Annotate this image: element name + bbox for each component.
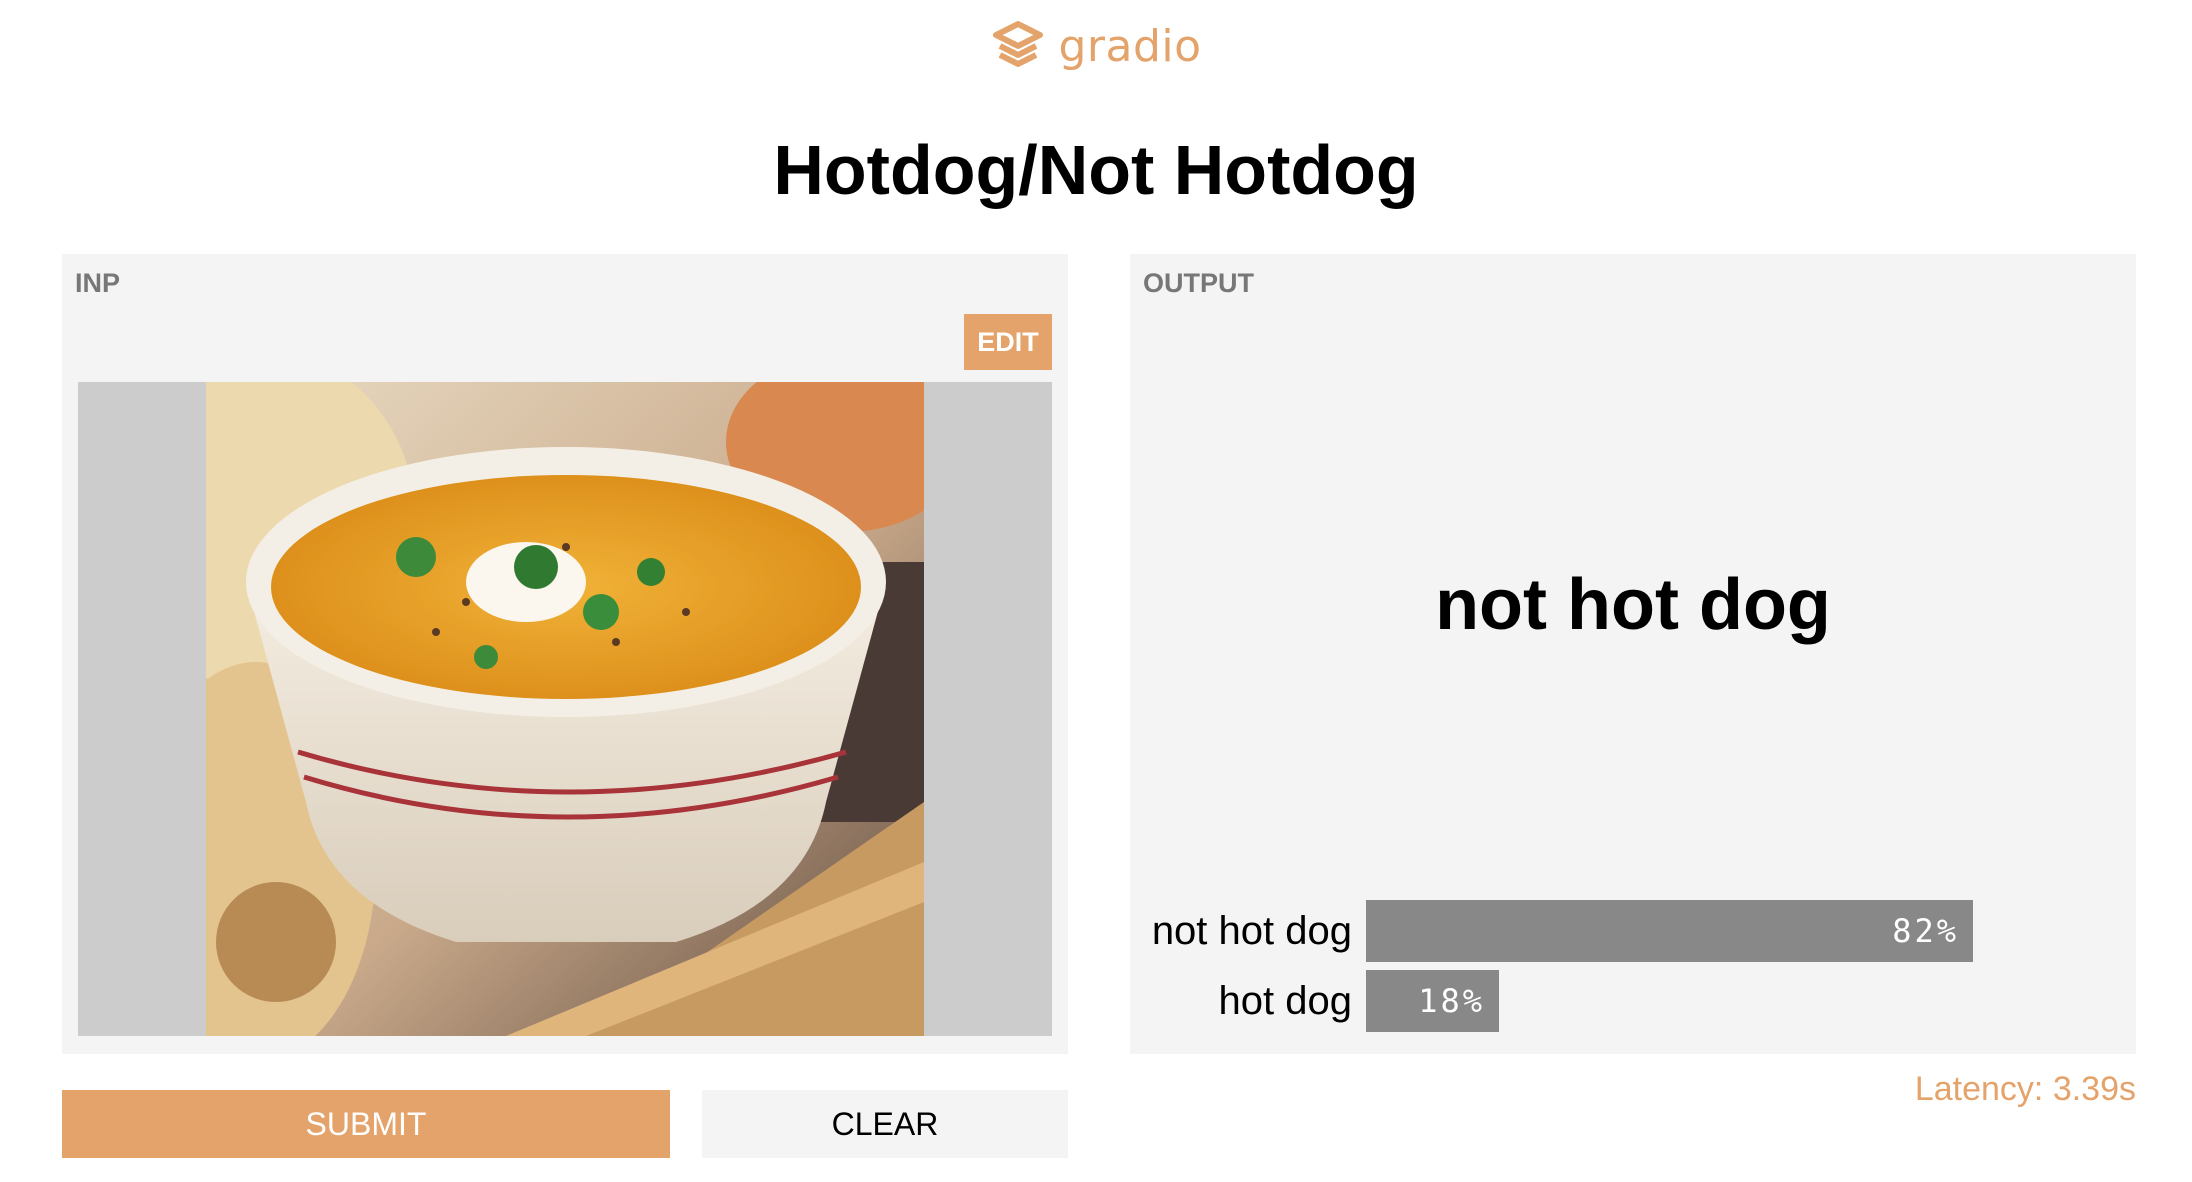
soup-bowl-photo [206,382,924,1036]
confidence-row: not hot dog 82% [1130,900,2136,962]
predicted-label: not hot dog [1435,565,1831,645]
logo-text: gradio [1058,21,1202,72]
input-panel: INP EDIT [62,254,1068,1054]
confidence-track: 82% [1366,900,2106,962]
confidence-row: hot dog 18% [1130,970,2136,1032]
confidence-bar: 82% [1366,900,1973,962]
submit-button[interactable]: SUBMIT [62,1090,670,1158]
confidence-track: 18% [1366,970,2106,1032]
output-panel: OUTPUT not hot dog not hot dog 82% hot d… [1130,254,2136,1054]
confidence-label: hot dog [1218,978,1352,1023]
output-panel-label: OUTPUT [1143,268,1254,298]
confidence-bar: 18% [1366,970,1499,1032]
image-input-area[interactable] [78,382,1052,1036]
confidence-label: not hot dog [1151,908,1352,953]
edit-button[interactable]: EDIT [964,314,1052,370]
app-page: gradio Hotdog/Not Hotdog INP EDIT OUTPUT… [0,0,2192,1182]
clear-button[interactable]: CLEAR [702,1090,1068,1158]
latency-text: Latency: 3.39s [1914,1070,2136,1108]
input-panel-label: INP [75,268,121,298]
page-title: Hotdog/Not Hotdog [773,131,1419,209]
gradio-logo-icon [990,18,1046,75]
gradio-logo[interactable]: gradio [0,18,2192,75]
